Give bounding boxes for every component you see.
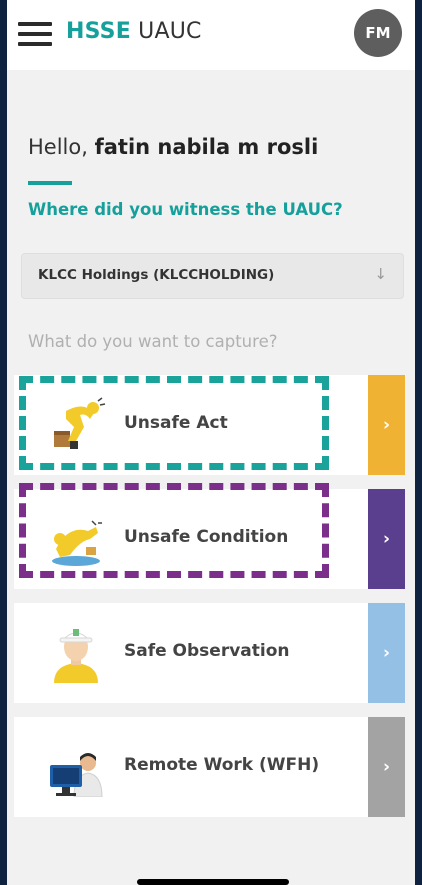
unsafe-act-label: Unsafe Act: [124, 413, 228, 433]
remote-work-card[interactable]: Remote Work (WFH) ›: [14, 717, 405, 817]
user-name: fatin nabila m rosli: [94, 135, 319, 159]
app-screen: HSSE UAUC FM Hello, fatin nabila m rosli…: [7, 0, 415, 885]
location-select[interactable]: KLCC Holdings (KLCCHOLDING) ↓: [21, 253, 404, 299]
top-bar: HSSE UAUC FM: [7, 0, 415, 70]
greeting: Hello, fatin nabila m rosli: [28, 135, 318, 159]
unsafe-condition-label: Unsafe Condition: [124, 527, 289, 547]
capture-prompt: What do you want to capture?: [28, 332, 278, 351]
avatar[interactable]: FM: [354, 9, 402, 57]
unsafe-condition-icon: [46, 511, 106, 569]
safe-observation-icon: [46, 625, 106, 683]
unsafe-act-icon: [46, 397, 106, 455]
remote-work-chevron-icon[interactable]: ›: [368, 717, 405, 817]
safe-observation-label: Safe Observation: [124, 641, 290, 661]
app-title-rest: UAUC: [130, 19, 202, 44]
home-indicator: [137, 879, 289, 885]
menu-icon[interactable]: [18, 22, 54, 46]
safe-observation-card[interactable]: Safe Observation ›: [14, 603, 405, 703]
location-question: Where did you witness the UAUC?: [28, 200, 343, 219]
remote-work-label: Remote Work (WFH): [124, 755, 320, 775]
app-title: HSSE UAUC: [66, 19, 202, 44]
location-select-value: KLCC Holdings (KLCCHOLDING): [38, 267, 275, 283]
greeting-prefix: Hello,: [28, 135, 95, 159]
app-title-bold: HSSE: [66, 19, 131, 44]
unsafe-condition-chevron-icon[interactable]: ›: [368, 489, 405, 589]
unsafe-condition-card[interactable]: Unsafe Condition ›: [14, 489, 405, 589]
unsafe-act-card[interactable]: Unsafe Act ›: [14, 375, 405, 475]
safe-observation-chevron-icon[interactable]: ›: [368, 603, 405, 703]
unsafe-act-chevron-icon[interactable]: ›: [368, 375, 405, 475]
arrow-down-icon: ↓: [374, 265, 387, 283]
remote-work-icon: [46, 739, 106, 798]
accent-divider: [28, 181, 72, 185]
